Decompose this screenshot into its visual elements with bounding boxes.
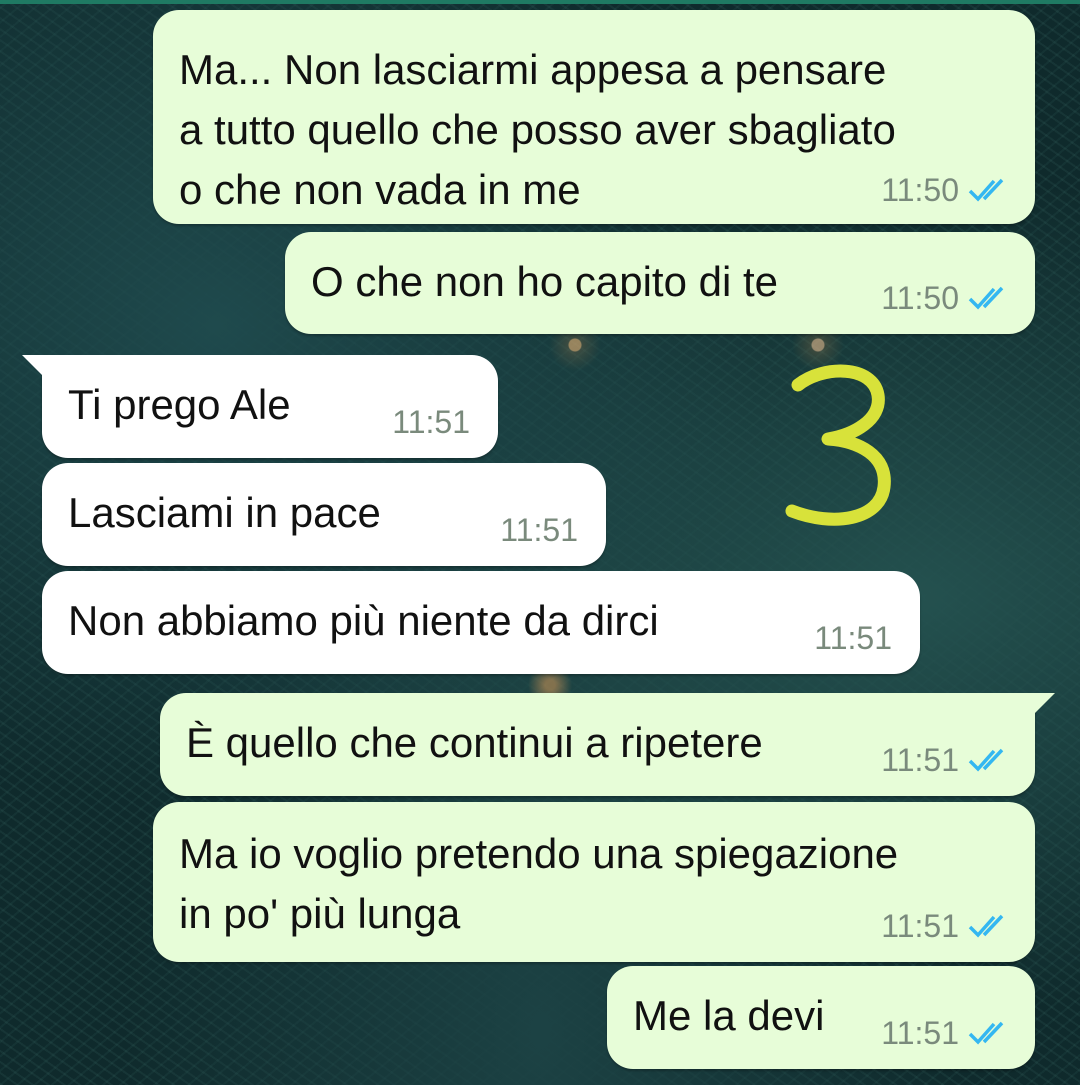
message-meta: 11:51 xyxy=(500,514,578,546)
message-bubble-outgoing[interactable]: Ma io voglio pretendo una spiegazione in… xyxy=(153,802,1035,962)
message-text: È quello che continui a ripetere xyxy=(186,719,763,766)
read-ticks-icon xyxy=(968,914,1004,938)
message-text: Me la devi xyxy=(633,992,825,1039)
message-time: 11:51 xyxy=(881,908,959,944)
message-meta: 11:51 xyxy=(881,744,1011,776)
handwritten-annotation-3 xyxy=(785,364,891,526)
message-text: Ti prego Ale xyxy=(68,381,291,428)
message-time: 11:51 xyxy=(881,1015,959,1051)
bubble-tail xyxy=(22,355,52,385)
message-time: 11:51 xyxy=(392,404,470,440)
read-ticks-icon xyxy=(968,178,1004,202)
message-bubble-outgoing[interactable]: Me la devi 11:51 xyxy=(607,966,1035,1069)
message-meta: 11:51 xyxy=(392,406,470,438)
top-accent-strip xyxy=(0,0,1080,4)
message-bubble-incoming[interactable]: Non abbiamo più niente da dirci 11:51 xyxy=(42,571,920,674)
message-time: 11:51 xyxy=(500,512,578,548)
message-bubble-outgoing[interactable]: È quello che continui a ripetere 11:51 xyxy=(160,693,1055,796)
message-bubble-outgoing[interactable]: Ma... Non lasciarmi appesa a pensare a t… xyxy=(153,10,1035,224)
message-bubble-incoming[interactable]: Lasciami in pace 11:51 xyxy=(42,463,606,566)
message-meta: 11:50 xyxy=(881,282,1011,314)
message-meta: 11:51 xyxy=(814,622,892,654)
read-ticks-icon xyxy=(968,748,1004,772)
message-time: 11:51 xyxy=(814,620,892,656)
message-meta: 11:51 xyxy=(881,910,1011,942)
message-bubble-outgoing[interactable]: O che non ho capito di te 11:50 xyxy=(285,232,1035,334)
message-text: Lasciami in pace xyxy=(68,489,381,536)
message-time: 11:50 xyxy=(881,280,959,316)
bubble-tail xyxy=(1025,693,1055,723)
message-bubble-incoming[interactable]: Ti prego Ale 11:51 xyxy=(22,355,498,458)
message-text: Ma io voglio pretendo una spiegazione in… xyxy=(179,830,899,937)
message-time: 11:51 xyxy=(881,742,959,778)
message-text: Non abbiamo più niente da dirci xyxy=(68,597,659,644)
read-ticks-icon xyxy=(968,286,1004,310)
message-text: O che non ho capito di te xyxy=(311,258,778,305)
read-ticks-icon xyxy=(968,1021,1004,1045)
message-text: Ma... Non lasciarmi appesa a pensare a t… xyxy=(179,46,896,213)
message-time: 11:50 xyxy=(881,172,959,208)
message-meta: 11:50 xyxy=(881,174,1011,206)
message-meta: 11:51 xyxy=(881,1017,1011,1049)
